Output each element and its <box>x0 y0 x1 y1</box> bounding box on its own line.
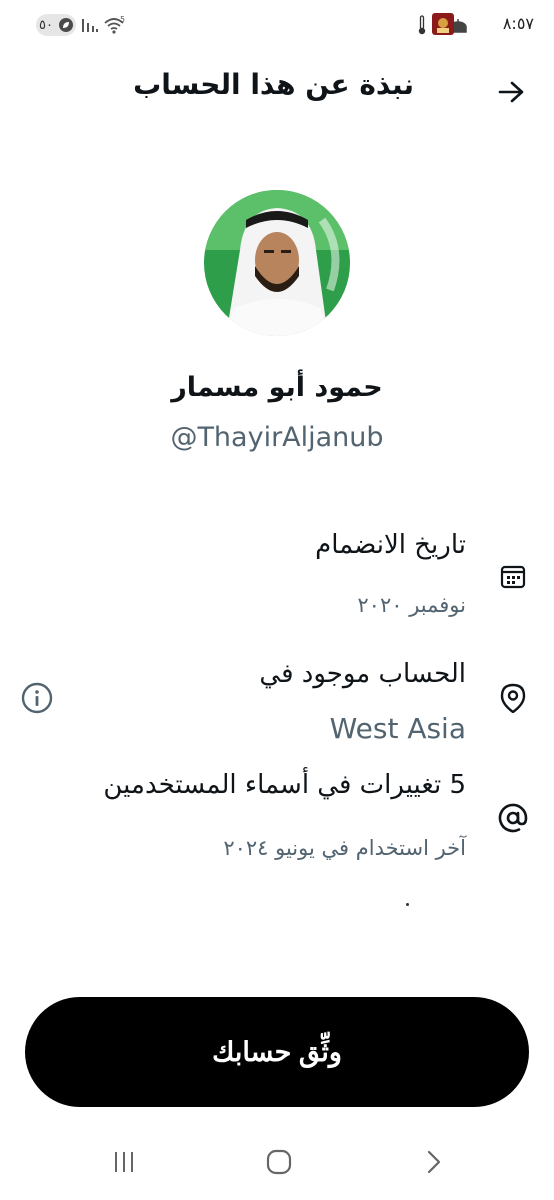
home-icon[interactable] <box>259 1145 299 1179</box>
avatar[interactable] <box>204 190 350 336</box>
wifi-icon: 5 <box>102 14 128 36</box>
battery-level: ٥٠ <box>39 17 53 33</box>
location-pin-icon <box>498 683 528 713</box>
signal-icon <box>80 14 100 36</box>
recent-apps-icon[interactable] <box>104 1145 144 1179</box>
verify-account-button[interactable]: وثِّق حسابك <box>25 997 529 1107</box>
battery-saver-icon <box>58 18 73 32</box>
page-title: نبذة عن هذا الحساب <box>133 68 414 101</box>
username-changes-label: 5 تغييرات في أسماء المستخدمين <box>103 770 466 800</box>
battery-indicator: ٥٠ <box>36 14 76 36</box>
display-name: حمود أبو مسمار <box>171 372 383 403</box>
app-notification-icon <box>430 13 456 35</box>
network-type: 5 <box>120 15 125 24</box>
user-handle: @ThayirAljanub <box>170 422 384 453</box>
calendar-icon <box>498 561 528 591</box>
username-changes-value: آخر استخدام في يونيو ٢٠٢٤ <box>223 836 466 860</box>
at-sign-icon <box>498 803 528 833</box>
arrow-right-icon <box>498 81 524 103</box>
thermometer-icon <box>416 14 428 36</box>
location-label: الحساب موجود في <box>259 659 466 689</box>
joined-value: نوفمبر ٢٠٢٠ <box>357 593 466 617</box>
location-value: West Asia <box>329 712 466 745</box>
joined-label: تاريخ الانضمام <box>315 530 466 560</box>
back-button[interactable] <box>496 76 528 108</box>
status-time: ٨:٥٧ <box>502 14 534 33</box>
divider-dot <box>406 903 409 906</box>
back-nav-icon[interactable] <box>414 1145 454 1179</box>
info-icon[interactable] <box>20 681 54 715</box>
